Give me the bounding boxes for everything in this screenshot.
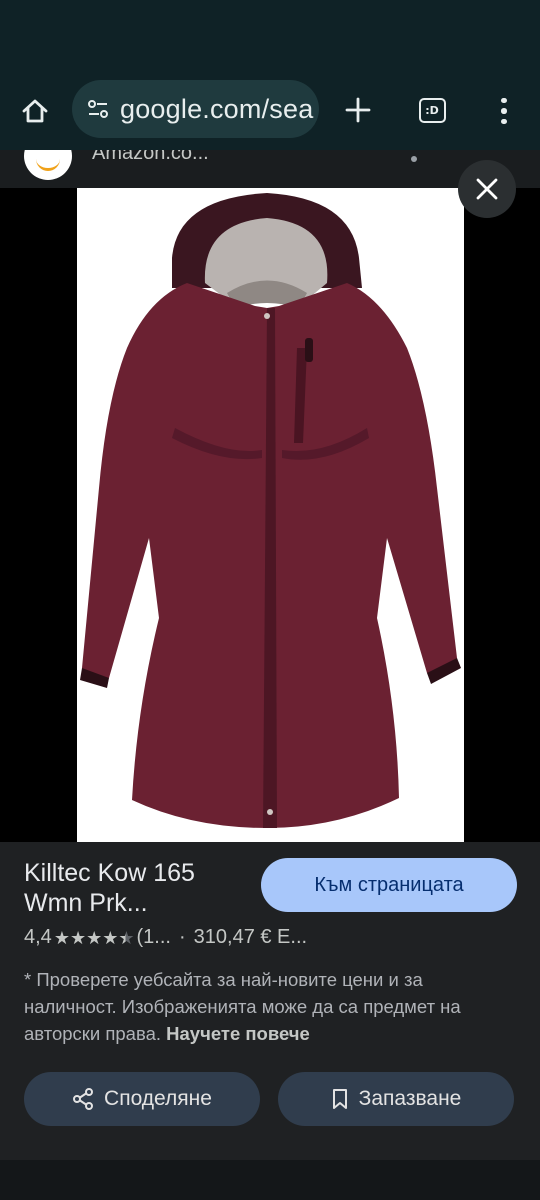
image-viewer	[0, 188, 540, 994]
star-icon: ★	[53, 927, 70, 948]
browser-toolbar: google.com/sea :D	[0, 70, 540, 150]
learn-more-link[interactable]: Научете повече	[166, 1023, 310, 1044]
plus-icon	[345, 97, 371, 123]
product-title[interactable]: Killtec Kow 165 Wmn Prk...	[24, 858, 252, 918]
rating-value: 4,4	[24, 926, 52, 948]
save-button[interactable]: Запазване	[278, 1072, 514, 1126]
menu-dot-icon	[501, 118, 507, 125]
separator-dot: ·	[178, 926, 186, 948]
share-label: Споделяне	[104, 1087, 212, 1110]
share-button[interactable]: Споделяне	[24, 1072, 260, 1126]
more-dot-icon	[411, 156, 417, 162]
copyright-disclaimer: * Проверете уебсайта за най-новите цени …	[24, 966, 520, 1047]
new-tab-button[interactable]	[338, 90, 378, 130]
home-button[interactable]	[14, 90, 56, 132]
url-text: google.com/sea	[120, 93, 314, 124]
tab-switcher-button[interactable]: :D	[412, 92, 452, 128]
menu-dot-icon	[501, 97, 507, 104]
product-price: 310,47 € E...	[193, 926, 308, 948]
tab-count: :D	[418, 97, 446, 123]
jacket-illustration	[80, 193, 461, 828]
site-settings-icon[interactable]	[84, 95, 112, 123]
navigation-bar	[0, 1160, 540, 1200]
star-icon: ★	[69, 927, 87, 948]
product-info-panel: Killtec Kow 165 Wmn Prk... Към страницат…	[0, 842, 540, 1150]
status-bar	[0, 0, 540, 70]
half-star-icon: ★	[118, 927, 135, 948]
product-image[interactable]	[77, 188, 464, 842]
close-button[interactable]	[458, 160, 516, 218]
close-icon	[476, 178, 498, 200]
menu-dot-icon	[501, 108, 507, 114]
rating-stars: ★ ★ ★ ★ ★	[54, 929, 135, 947]
amazon-logo-icon	[24, 150, 72, 180]
home-icon	[22, 99, 48, 123]
visit-page-button[interactable]: Към страницата	[261, 858, 517, 912]
save-label: Запазване	[358, 1087, 462, 1110]
rating-price-row: 4,4 ★ ★ ★ ★ ★ (1... · 310,47 € E...	[24, 926, 307, 949]
star-icon: ★	[102, 927, 119, 948]
result-source-title: Amazon.co...	[92, 150, 209, 164]
bookmark-icon	[332, 1089, 347, 1109]
overflow-menu-button[interactable]	[486, 90, 522, 132]
address-bar[interactable]: google.com/sea	[72, 80, 319, 138]
review-count: (1...	[136, 926, 171, 948]
star-icon: ★	[86, 927, 103, 948]
share-icon	[73, 1088, 94, 1110]
